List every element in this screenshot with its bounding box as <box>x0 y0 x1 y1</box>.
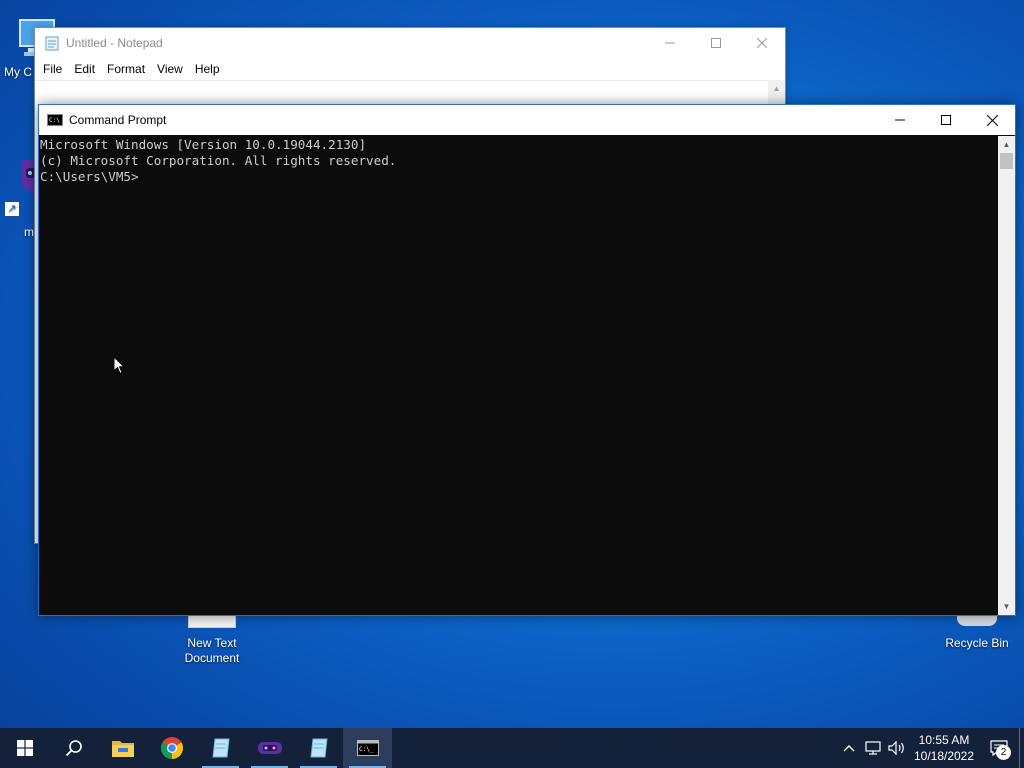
notepad-icon <box>211 738 230 758</box>
chrome-icon <box>160 737 183 759</box>
command-prompt-icon: C:\_ <box>356 740 379 756</box>
taskbar-notepad[interactable] <box>196 728 245 768</box>
taskbar-notepad-2[interactable] <box>294 728 343 768</box>
network-icon <box>865 741 881 755</box>
close-icon <box>757 38 767 48</box>
volume-button[interactable] <box>885 728 909 768</box>
menu-format[interactable]: Format <box>101 62 151 76</box>
clock-time: 10:55 AM <box>918 733 970 747</box>
cmd-vertical-scrollbar[interactable]: ▲ ▼ <box>998 136 1015 615</box>
console-prompt: C:\Users\VM5> <box>40 169 139 184</box>
minimize-icon <box>665 42 675 44</box>
menu-file[interactable]: File <box>37 62 68 76</box>
close-icon <box>986 114 998 126</box>
svg-text:C:\: C:\ <box>49 117 60 124</box>
taskbar-chrome[interactable] <box>147 728 196 768</box>
menu-view[interactable]: View <box>151 62 189 76</box>
chevron-up-icon <box>843 745 855 752</box>
notepad-icon <box>45 36 59 51</box>
cmd-maximize-button[interactable] <box>923 105 969 135</box>
notepad-minimize-button[interactable] <box>647 28 693 58</box>
minimize-icon <box>895 119 905 121</box>
file-explorer-icon <box>111 741 134 757</box>
cmd-title-bar[interactable]: C:\ Command Prompt <box>39 105 1015 135</box>
scroll-up-arrow-icon[interactable]: ▲ <box>998 136 1015 153</box>
mouse-cursor-icon <box>113 356 125 375</box>
taskbar-game-app[interactable] <box>245 728 294 768</box>
taskbar-file-explorer[interactable] <box>98 728 147 768</box>
scrollbar-thumb[interactable] <box>1000 153 1013 169</box>
network-button[interactable] <box>861 728 885 768</box>
notepad-title: Untitled - Notepad <box>66 36 163 50</box>
windows-start-icon <box>16 740 33 756</box>
clock-date: 10/18/2022 <box>913 749 975 763</box>
maximize-icon <box>711 38 721 48</box>
maximize-icon <box>941 115 951 125</box>
notepad-maximize-button[interactable] <box>693 28 739 58</box>
notepad-title-bar[interactable]: Untitled - Notepad <box>35 28 785 58</box>
taskbar-search-button[interactable] <box>49 728 98 768</box>
game-app-icon <box>257 742 282 754</box>
console-line: (c) Microsoft Corporation. All rights re… <box>40 153 397 168</box>
taskbar-command-prompt[interactable]: C:\_ <box>343 728 392 768</box>
taskbar: C:\_ 10:55 AM 10/18/2022 2 <box>0 728 1024 768</box>
notepad-close-button[interactable] <box>739 28 785 58</box>
notepad-icon <box>309 738 328 758</box>
desktop-icon-label: New Text Document <box>184 636 240 665</box>
start-button[interactable] <box>0 728 49 768</box>
menu-help[interactable]: Help <box>189 62 226 76</box>
show-hidden-icons-button[interactable] <box>837 728 861 768</box>
cmd-title: Command Prompt <box>69 113 167 127</box>
console-line: Microsoft Windows [Version 10.0.19044.21… <box>40 137 367 152</box>
cmd-close-button[interactable] <box>969 105 1015 135</box>
scroll-down-arrow-icon[interactable]: ▼ <box>998 598 1015 615</box>
scroll-up-arrow-icon[interactable]: ▲ <box>768 80 785 97</box>
show-desktop-button[interactable] <box>1019 728 1024 768</box>
desktop-icon-label: Recycle Bin <box>945 636 1009 650</box>
notepad-menu-bar: File Edit Format View Help <box>35 58 785 80</box>
command-prompt-window[interactable]: C:\ Command Prompt Microsoft Windows [Ve… <box>38 104 1016 616</box>
taskbar-clock[interactable]: 10:55 AM 10/18/2022 <box>909 732 979 764</box>
command-prompt-icon: C:\ <box>47 114 63 126</box>
console-output[interactable]: Microsoft Windows [Version 10.0.19044.21… <box>39 136 998 615</box>
shortcut-arrow-icon: ↗ <box>5 202 19 216</box>
svg-text:C:\_: C:\_ <box>359 746 374 753</box>
search-icon <box>65 740 82 757</box>
cmd-minimize-button[interactable] <box>877 105 923 135</box>
speaker-icon <box>888 741 904 755</box>
action-center-button[interactable]: 2 <box>979 728 1019 768</box>
system-tray: 10:55 AM 10/18/2022 2 <box>837 728 1024 768</box>
menu-edit[interactable]: Edit <box>68 62 101 76</box>
notification-count-badge: 2 <box>996 745 1011 760</box>
